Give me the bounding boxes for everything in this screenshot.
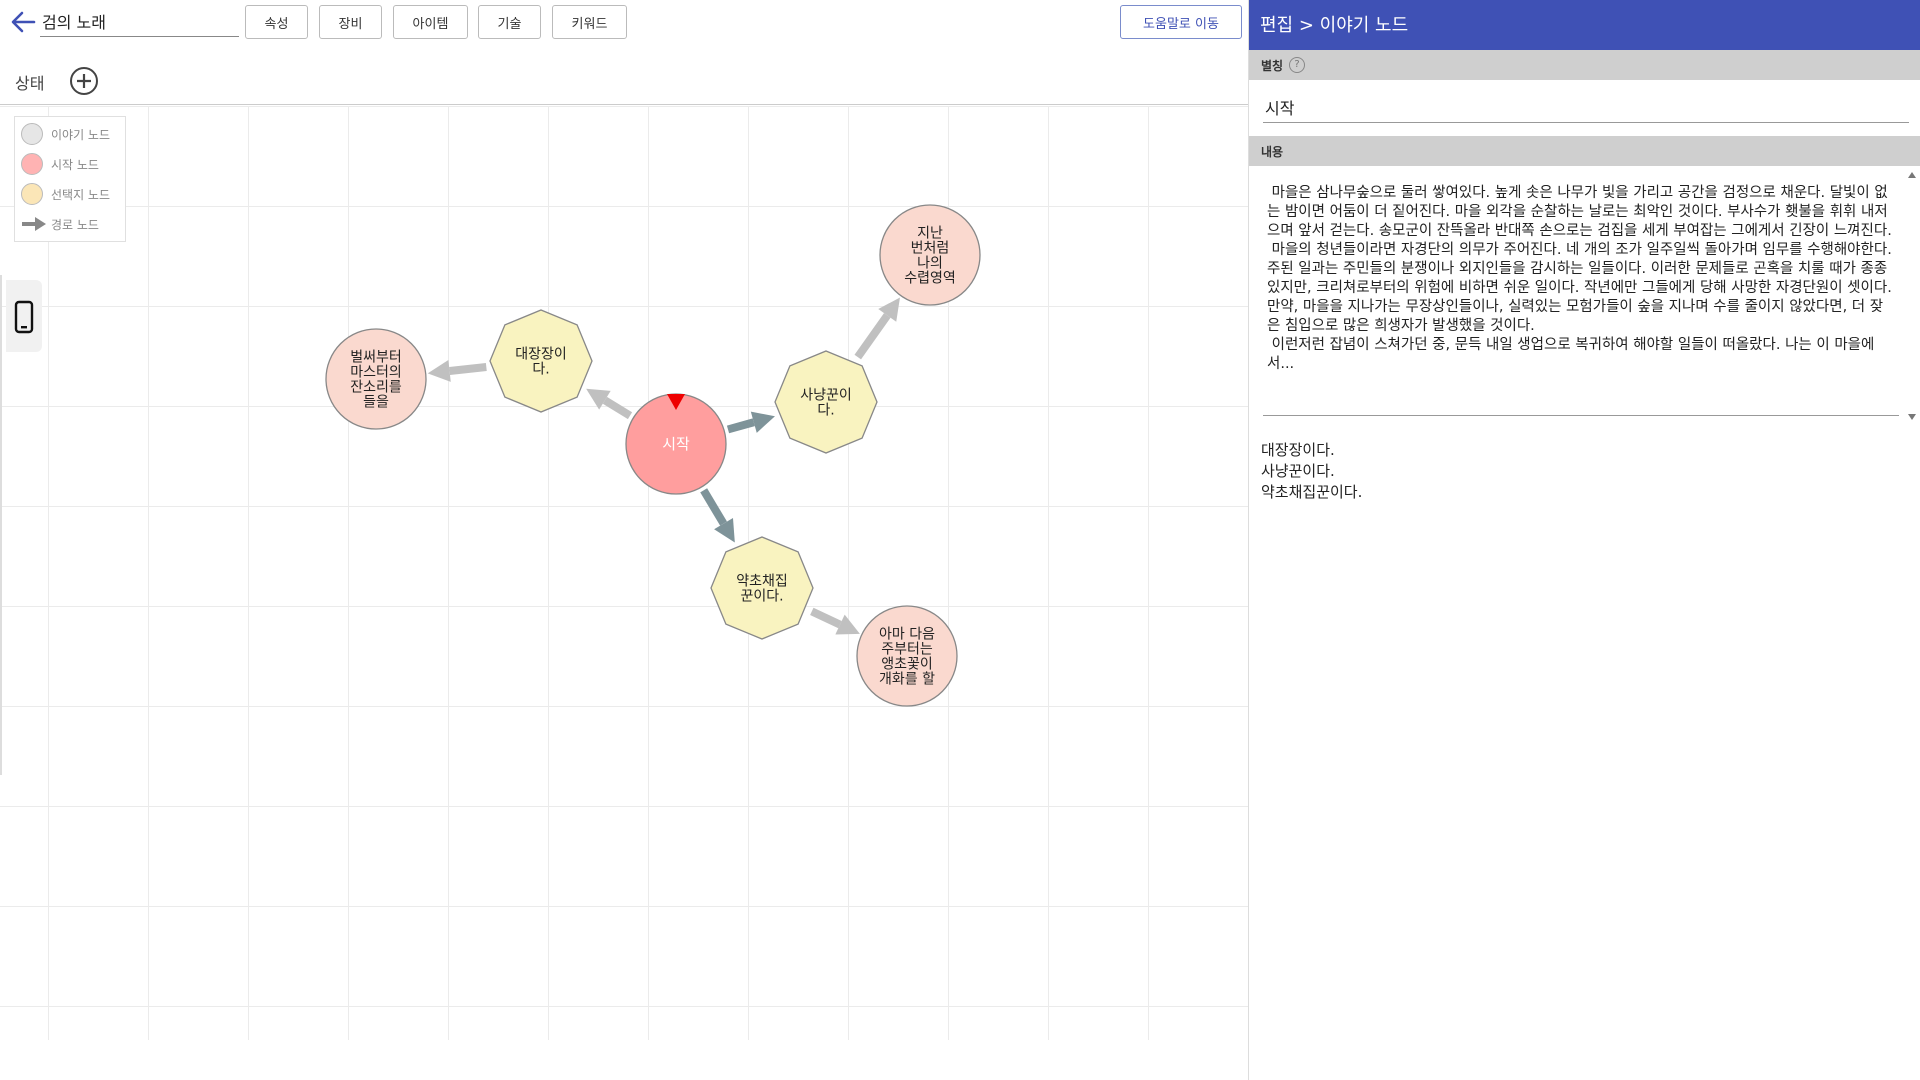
legend-choice-node: 선택지 노드 <box>21 181 125 207</box>
node-label: 약초채집 꾼이다. <box>736 574 788 605</box>
go-to-help-button[interactable]: 도움말로 이동 <box>1120 5 1242 39</box>
story-node[interactable]: 벌써부터 마스터의 잔소리를 들을 <box>325 328 427 430</box>
alias-input[interactable] <box>1263 92 1909 123</box>
choice-node[interactable]: 사냥꾼이 다. <box>774 350 878 454</box>
start-node[interactable]: 시작 <box>625 393 727 495</box>
node-legend: 이야기 노드 시작 노드 선택지 노드 경로 노드 <box>14 116 126 242</box>
choice-list: 대장장이다. 사냥꾼이다. 약초채집꾼이다. <box>1261 440 1362 503</box>
mobile-preview-tab[interactable] <box>6 280 42 352</box>
start-node-swatch-icon <box>21 153 43 175</box>
scroll-up-icon[interactable] <box>1908 172 1916 178</box>
choice-node[interactable]: 대장장이 다. <box>489 309 593 413</box>
panel-title: 편집 > 이야기 노드 <box>1260 15 1409 36</box>
story-node[interactable]: 아마 다음 주부터는 앵초꽃이 개화를 할 <box>856 605 958 707</box>
legend-label: 경로 노드 <box>51 218 99 232</box>
story-node[interactable]: 지난 번처럼 나의 수렵영역 <box>879 204 981 306</box>
node-label: 아마 다음 주부터는 앵초꽃이 개화를 할 <box>879 627 935 688</box>
content-textarea[interactable]: 마을은 삼나무숲으로 둘러 쌓여있다. 높게 솟은 나무가 빛을 가리고 공간을… <box>1263 180 1899 416</box>
edge-line <box>449 362 487 375</box>
legend-label: 시작 노드 <box>51 158 99 172</box>
content-label: 내용 <box>1261 145 1284 159</box>
state-label: 상태 <box>15 74 45 93</box>
choice-item[interactable]: 약초채집꾼이다. <box>1261 482 1362 503</box>
alias-label: 별칭 <box>1261 59 1284 73</box>
legend-path-node: 경로 노드 <box>21 211 125 237</box>
edit-panel: 편집 > 이야기 노드 별칭 ? 내용 마을은 삼나무숲으로 둘러 쌓여있다. … <box>1248 0 1920 1080</box>
content-section-bar: 내용 <box>1249 136 1920 166</box>
content-scrollbar[interactable] <box>1905 168 1919 424</box>
attributes-button[interactable]: 속성 <box>245 5 308 39</box>
graph-canvas[interactable] <box>0 106 1248 1040</box>
left-edge-line <box>0 275 2 775</box>
back-arrow-icon[interactable] <box>8 8 38 36</box>
add-state-icon[interactable] <box>68 65 100 97</box>
help-question-icon[interactable]: ? <box>1289 57 1305 73</box>
legend-label: 이야기 노드 <box>51 128 111 142</box>
scroll-down-icon[interactable] <box>1908 414 1916 420</box>
choice-item[interactable]: 대장장이다. <box>1261 440 1362 461</box>
legend-start-node: 시작 노드 <box>21 151 125 177</box>
node-label: 시작 <box>662 435 690 453</box>
smartphone-icon <box>14 300 34 334</box>
equipment-button[interactable]: 장비 <box>319 5 382 39</box>
path-arrow-icon <box>22 217 46 231</box>
alias-section-bar: 별칭 ? <box>1249 50 1920 80</box>
items-button[interactable]: 아이템 <box>393 5 468 39</box>
keywords-button[interactable]: 키워드 <box>552 5 627 39</box>
editor-area: 속성 장비 아이템 기술 키워드 도움말로 이동 상태 이야기 노드 시작 노드… <box>0 0 1248 1080</box>
choice-item[interactable]: 사냥꾼이다. <box>1261 461 1362 482</box>
story-title-input[interactable] <box>40 6 239 37</box>
state-row: 상태 <box>0 60 1248 105</box>
story-node-swatch-icon <box>21 123 43 145</box>
legend-label: 선택지 노드 <box>51 188 111 202</box>
legend-story-node: 이야기 노드 <box>21 121 125 147</box>
skills-button[interactable]: 기술 <box>478 5 541 39</box>
panel-header: 편집 > 이야기 노드 <box>1249 0 1920 50</box>
choice-node[interactable]: 약초채집 꾼이다. <box>710 536 814 640</box>
toolbar: 속성 장비 아이템 기술 키워드 도움말로 이동 <box>0 0 1248 44</box>
choice-node-swatch-icon <box>21 183 43 205</box>
